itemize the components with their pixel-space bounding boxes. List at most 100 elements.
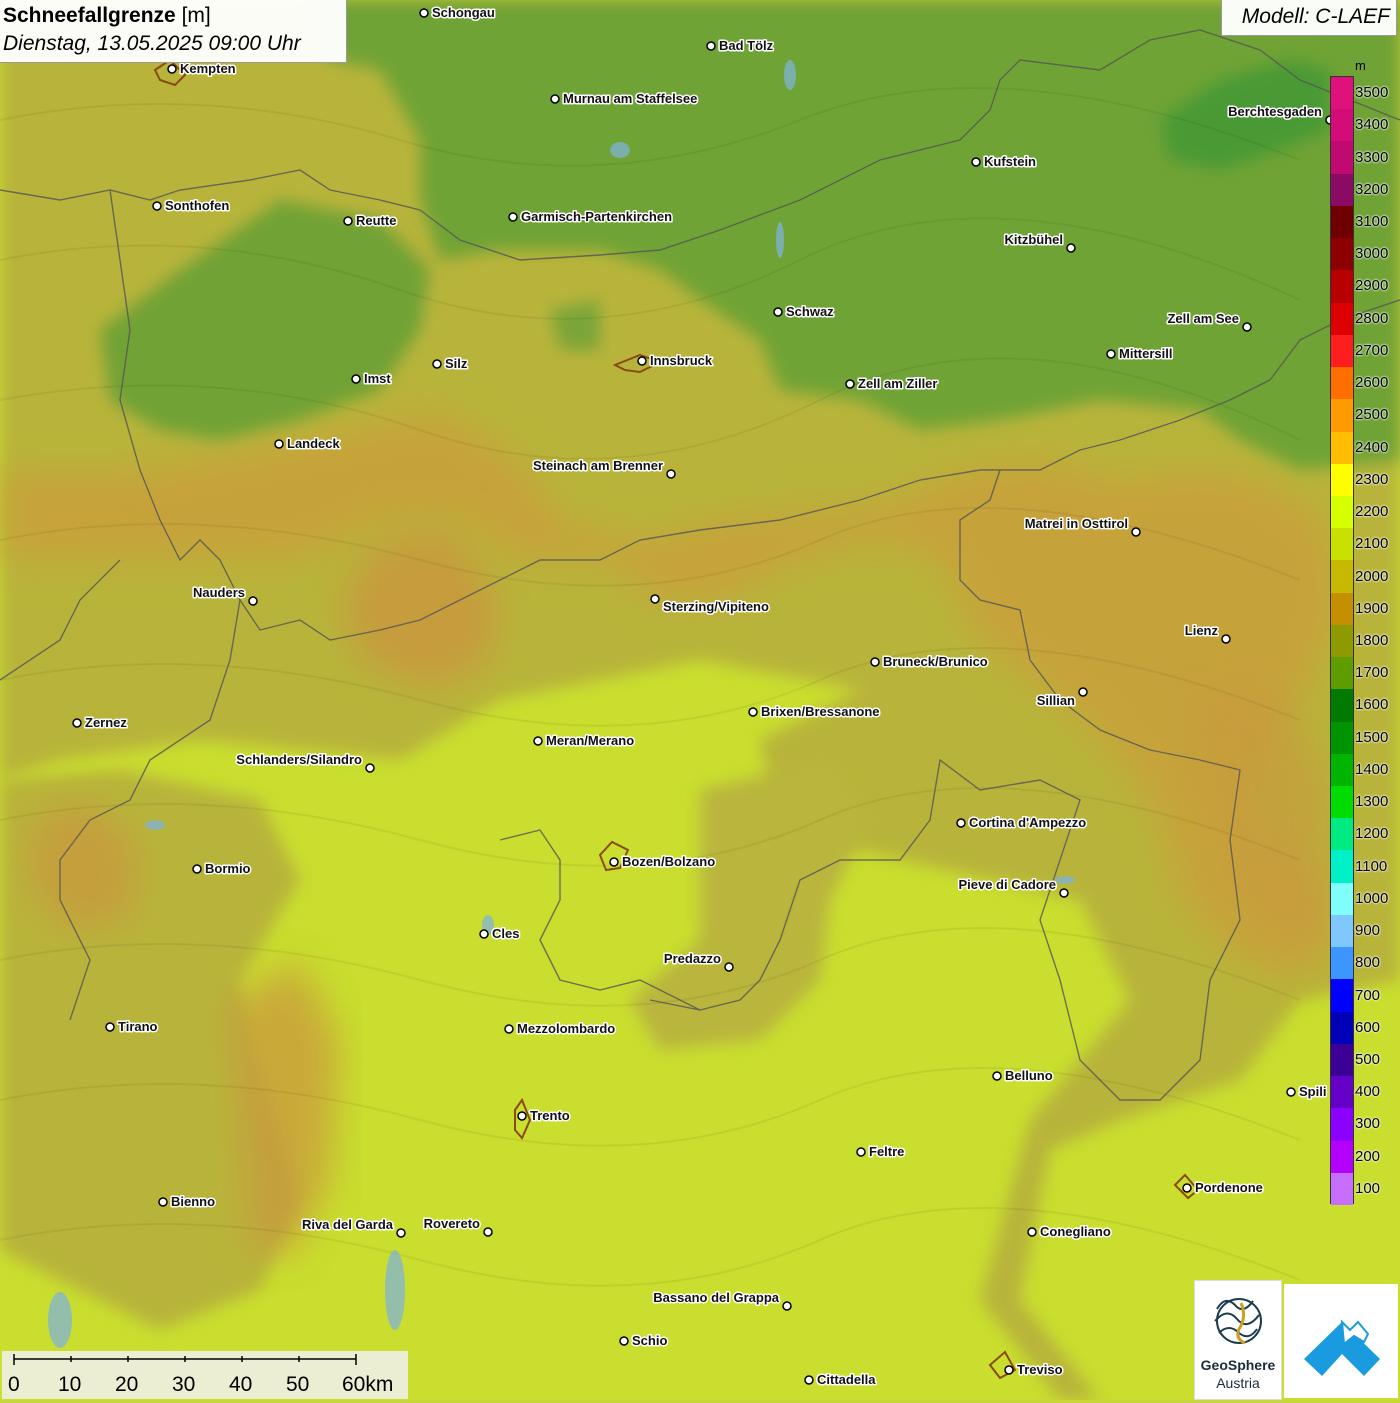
scale-label-30: 30 (172, 1373, 196, 1396)
city-label: Trento (530, 1108, 570, 1123)
city-marker: Murnau am Staffelsee (550, 90, 699, 108)
city-dot (192, 864, 202, 874)
city-dot (248, 596, 258, 606)
city-label: Bozen/Bolzano (622, 854, 715, 869)
city-label: Spili (1299, 1084, 1326, 1099)
legend-swatch (1331, 334, 1353, 368)
city-label: Schlanders/Silandro (236, 752, 362, 767)
legend-label: 2700 (1355, 341, 1389, 359)
city-dot (419, 8, 429, 18)
legend-label: 3000 (1355, 245, 1389, 263)
city-dot (666, 469, 676, 479)
title-unit: [m] (181, 4, 211, 27)
geosphere-logo[interactable]: GeoSphere Austria (1194, 1280, 1282, 1400)
city-dot (504, 1024, 514, 1034)
geosphere-logo-sub: Austria (1216, 1375, 1260, 1391)
city-dot (1182, 1183, 1192, 1193)
city-label: Brixen/Bressanone (761, 704, 880, 719)
legend-swatch (1331, 495, 1353, 529)
legend-label: 2300 (1355, 470, 1389, 488)
legend-swatch (1331, 302, 1353, 336)
city-label: Imst (364, 371, 391, 386)
legend-swatch (1331, 818, 1353, 851)
city-dot (845, 379, 855, 389)
city-label: Bruneck/Brunico (883, 654, 988, 669)
city-marker: Zell am Ziller (845, 375, 939, 393)
legend-label: 1100 (1355, 857, 1388, 875)
title-parameter: Schneefallgrenze (3, 4, 176, 27)
city-label: Cles (492, 926, 519, 941)
city-label: Garmisch-Partenkirchen (521, 209, 672, 224)
city-dot (483, 1227, 493, 1237)
city-label: Bad Tölz (719, 38, 774, 53)
city-dot (72, 718, 82, 728)
legend-label: 1800 (1355, 632, 1389, 649)
city-dot (748, 707, 758, 717)
city-label: Treviso (1017, 1362, 1063, 1377)
legend-swatch (1331, 528, 1353, 561)
legend-swatch (1331, 1076, 1353, 1109)
city-label: Feltre (869, 1144, 904, 1159)
legend-label: 800 (1355, 954, 1381, 972)
legend-swatch (1331, 624, 1353, 658)
city-dot (105, 1022, 115, 1032)
legend-label: 2000 (1355, 567, 1389, 585)
legend-label: 1700 (1355, 664, 1389, 682)
title-box: Schneefallgrenze [m] Dienstag, 13.05.202… (0, 0, 347, 63)
city-dot (274, 439, 284, 449)
model-box: Modell: C-LAEF (1221, 0, 1397, 36)
legend-swatch (1331, 560, 1353, 594)
city-label: Rovereto (424, 1216, 480, 1231)
city-dot (870, 657, 880, 667)
legend-label: 3200 (1355, 180, 1389, 198)
legend-swatch (1331, 1172, 1353, 1206)
city-label: Tirano (118, 1019, 158, 1034)
legend-label: 1400 (1355, 760, 1389, 778)
city-label: Zell am Ziller (858, 376, 937, 391)
legend-label: 1600 (1355, 696, 1389, 714)
city-label: Belluno (1005, 1068, 1053, 1083)
city-dot (1027, 1227, 1037, 1237)
legend-label: 3500 (1355, 84, 1389, 102)
city-marker: Garmisch-Partenkirchen (508, 208, 674, 226)
legend-label: 100 (1355, 1179, 1381, 1197)
legend-label: 2500 (1355, 406, 1389, 424)
city-label: Innsbruck (650, 353, 713, 368)
city-label: Mezzolombardo (517, 1021, 615, 1036)
legend-label: 200 (1355, 1147, 1381, 1165)
legend-label: 500 (1355, 1050, 1381, 1068)
city-marker: Bozen/Bolzano (609, 853, 717, 871)
city-dot (956, 818, 966, 828)
city-label: Predazzo (664, 951, 721, 966)
legend-label: 2400 (1355, 438, 1389, 456)
legend-label: 1300 (1355, 793, 1389, 811)
legend-label: 1000 (1355, 889, 1389, 907)
legend-swatch (1331, 657, 1353, 690)
legend-label: 700 (1355, 986, 1381, 1004)
city-marker: Conegliano (1027, 1223, 1112, 1241)
partner-logo[interactable] (1284, 1284, 1398, 1398)
city-dot (856, 1147, 866, 1157)
scale-label-20: 20 (115, 1373, 139, 1396)
city-marker: Mezzolombardo (504, 1020, 617, 1038)
legend-swatch (1331, 173, 1353, 207)
city-dot (1221, 634, 1231, 644)
city-dot (1059, 888, 1069, 898)
legend-swatch (1331, 1043, 1353, 1077)
map-title: Schneefallgrenze [m] (3, 4, 211, 28)
city-label: Matrei in Osttirol (1025, 516, 1128, 531)
legend-swatch (1331, 431, 1353, 465)
city-marker: Brixen/Bressanone (748, 703, 881, 721)
city-dot (508, 212, 518, 222)
legend-swatch (1331, 947, 1353, 980)
city-dot (1131, 527, 1141, 537)
legend-label: 600 (1355, 1018, 1381, 1036)
city-dot (609, 857, 619, 867)
city-dot (351, 374, 361, 384)
legend-swatch (1331, 1011, 1353, 1045)
city-label: Conegliano (1040, 1224, 1111, 1239)
city-label: Berchtesgaden (1228, 104, 1322, 119)
scale-bar: 0 10 20 30 40 50 60km (2, 1351, 408, 1399)
legend-label: 2800 (1355, 309, 1389, 327)
scale-label-50: 50 (286, 1373, 310, 1396)
